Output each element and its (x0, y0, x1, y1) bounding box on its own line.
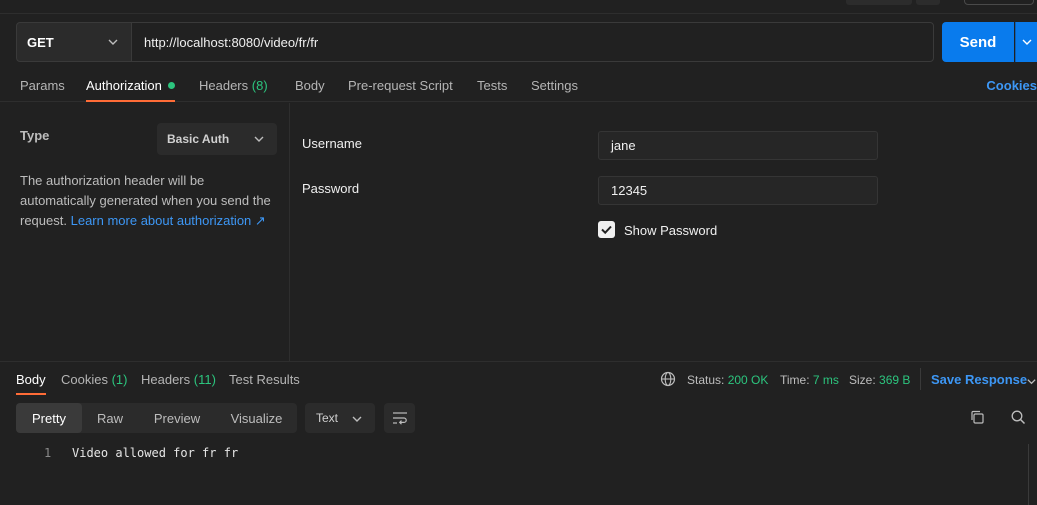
send-options-button[interactable] (1015, 22, 1037, 62)
tab-label: Headers (199, 78, 249, 93)
tab-label: Pre-request Script (348, 78, 453, 93)
tab-authorization[interactable]: Authorization (86, 78, 175, 93)
tab-label: Authorization (86, 78, 162, 93)
active-tab-indicator (86, 100, 175, 102)
chevron-down-icon (352, 416, 362, 422)
toolbar-button[interactable] (964, 0, 1034, 5)
view-preview[interactable]: Preview (138, 403, 216, 433)
format-value: Text (316, 411, 339, 425)
time-label: Time: (780, 373, 810, 387)
active-tab-indicator (16, 393, 46, 395)
view-pretty[interactable]: Pretty (16, 403, 82, 433)
password-field[interactable]: 12345 (598, 176, 878, 205)
url-input[interactable]: http://localhost:8080/video/fr/fr (131, 22, 934, 62)
line-number: 1 (44, 446, 52, 460)
auth-fields-pane: Username jane Password 12345 Show Passwo… (291, 103, 1037, 361)
username-field[interactable]: jane (598, 131, 878, 160)
username-label: Username (302, 136, 362, 151)
chevron-down-icon (254, 136, 264, 142)
tab-params[interactable]: Params (20, 78, 65, 93)
check-icon (601, 225, 612, 235)
tab-body[interactable]: Body (295, 78, 325, 93)
send-button[interactable]: Send (942, 22, 1014, 62)
method-label: GET (27, 34, 54, 50)
response-tab-test-results[interactable]: Test Results (229, 372, 300, 387)
view-label: Raw (96, 410, 123, 426)
size-label: Size: (849, 373, 876, 387)
learn-more-link[interactable]: Learn more about authorization ↗ (71, 213, 266, 228)
username-value: jane (611, 138, 636, 153)
time-indicator[interactable]: Time: 7 ms (780, 373, 839, 387)
auth-description: The authorization header will be automat… (20, 171, 282, 231)
request-tabs: Params Authorization Headers (8) Body Pr… (0, 72, 1037, 102)
tab-count: (8) (251, 78, 268, 93)
code-line: Video allowed for fr fr (72, 446, 239, 460)
view-visualize[interactable]: Visualize (216, 403, 297, 433)
response-body[interactable]: 1 Video allowed for fr fr (0, 444, 1030, 505)
save-response-button[interactable]: Save Response (931, 372, 1027, 387)
wrap-lines-icon (392, 412, 407, 425)
tab-label: Body (295, 78, 325, 93)
format-select[interactable]: Text (305, 403, 375, 433)
tab-tests[interactable]: Tests (477, 78, 507, 93)
search-icon[interactable] (1010, 409, 1027, 426)
tab-label: Params (20, 78, 65, 93)
status-value: 200 OK (727, 373, 769, 387)
size-indicator[interactable]: Size: 369 B (849, 373, 910, 387)
tab-settings[interactable]: Settings (531, 78, 578, 93)
status-label: Status: (687, 373, 725, 387)
view-label: Pretty (32, 410, 66, 426)
chevron-down-icon[interactable] (1026, 376, 1037, 387)
auth-type-pane: Type Basic Auth The authorization header… (0, 103, 290, 361)
tab-label: Body (16, 372, 46, 387)
toolbar-button[interactable] (846, 0, 912, 5)
show-password-label[interactable]: Show Password (624, 223, 717, 238)
tab-label: Test Results (229, 372, 300, 387)
globe-icon[interactable] (660, 371, 676, 387)
send-label: Send (959, 33, 997, 51)
response-tab-headers[interactable]: Headers (11) (141, 372, 216, 387)
status-dot-icon (167, 82, 175, 90)
chevron-down-icon (1022, 39, 1031, 45)
tab-label: Tests (477, 78, 508, 93)
url-text: http://localhost:8080/video/fr/fr (144, 34, 319, 50)
cookies-link[interactable]: Cookies (986, 78, 1037, 93)
response-view-tabs: Pretty Raw Preview Visualize (16, 403, 297, 433)
show-password-checkbox[interactable] (598, 221, 615, 238)
tab-label: Settings (531, 78, 578, 93)
toolbar-button[interactable] (916, 0, 940, 5)
scrollbar[interactable] (1028, 444, 1037, 505)
type-label: Type (20, 128, 50, 143)
view-label: Visualize (230, 410, 283, 426)
auth-type-select[interactable]: Basic Auth (157, 123, 277, 155)
tab-pre-request-script[interactable]: Pre-request Script (348, 78, 453, 93)
tab-label: Cookies (61, 372, 108, 387)
tab-count: (1) (111, 372, 128, 387)
auth-type-value: Basic Auth (167, 132, 230, 146)
top-strip (0, 0, 1037, 14)
tab-headers[interactable]: Headers (8) (199, 78, 268, 93)
response-tab-cookies[interactable]: Cookies (1) (61, 372, 127, 387)
size-value: 369 B (879, 373, 911, 387)
copy-icon[interactable] (969, 409, 986, 426)
view-label: Preview (153, 410, 201, 426)
tab-count: (11) (193, 372, 216, 387)
view-raw[interactable]: Raw (82, 403, 138, 433)
tab-label: Headers (141, 372, 191, 387)
divider (920, 368, 921, 390)
response-tab-body[interactable]: Body (16, 372, 46, 387)
status-indicator[interactable]: Status: 200 OK (687, 373, 768, 387)
method-select[interactable]: GET (16, 22, 132, 62)
time-value: 7 ms (812, 373, 839, 387)
response-bar: Body Cookies (1) Headers (11) Test Resul… (0, 361, 1037, 396)
wrap-lines-button[interactable] (384, 403, 415, 433)
password-label: Password (302, 181, 360, 196)
chevron-down-icon (108, 39, 118, 45)
password-value: 12345 (611, 183, 648, 198)
